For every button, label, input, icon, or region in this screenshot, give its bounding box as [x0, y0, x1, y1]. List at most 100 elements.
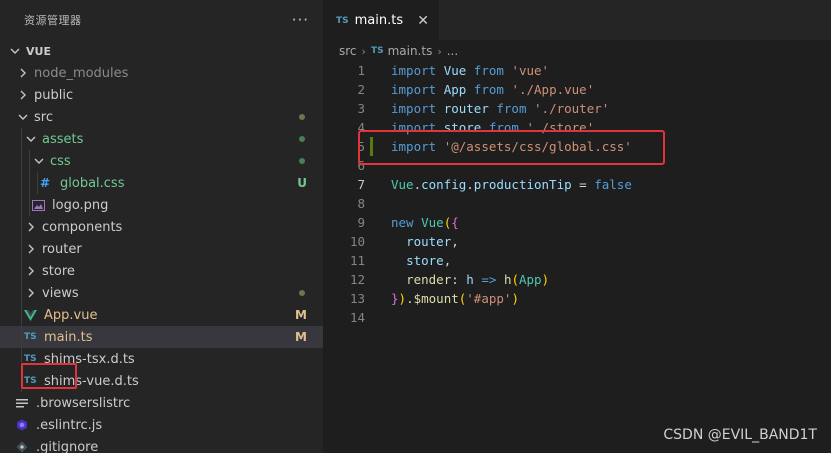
code-line[interactable]: 14: [323, 308, 831, 327]
code-text: render: h => h(App): [391, 272, 549, 287]
file-logo-png[interactable]: logo.png: [0, 194, 323, 216]
code-text: import Vue from 'vue': [391, 63, 549, 78]
tree-item-label: .gitignore: [36, 439, 99, 453]
dot-icon: [299, 158, 305, 164]
breadcrumb-symbols[interactable]: ...: [447, 44, 458, 58]
file-eslintrc-js[interactable]: .eslintrc.js: [0, 414, 323, 436]
code-token: from: [496, 101, 527, 116]
watermark: CSDN @EVIL_BAND1T: [663, 427, 817, 443]
dot-icon: [299, 136, 305, 142]
code-token: import: [391, 63, 437, 78]
file-shims-tsx-d-ts[interactable]: TS shims-tsx.d.ts: [0, 348, 323, 370]
indent-guide: [37, 172, 38, 194]
file-global-css[interactable]: # global.css U: [0, 172, 323, 194]
code-line[interactable]: 12 render: h => h(App): [323, 270, 831, 289]
code-line[interactable]: 1 import Vue from 'vue': [323, 61, 831, 80]
file-main-ts[interactable]: TS main.ts M: [0, 326, 323, 348]
tree-item-label: App.vue: [44, 307, 98, 323]
git-status-badge: M: [295, 308, 307, 322]
code-line[interactable]: 3 import router from './router': [323, 99, 831, 118]
code-token: from: [488, 120, 519, 135]
code-token: (: [511, 272, 519, 287]
folder-components[interactable]: components: [0, 216, 323, 238]
code-token: Vue: [391, 177, 414, 192]
chevron-down-icon: [16, 110, 30, 124]
git-status-badge: M: [295, 330, 307, 344]
indent-guide: [21, 348, 22, 370]
breadcrumb-folder[interactable]: src: [339, 44, 357, 58]
code-line[interactable]: 10 router,: [323, 232, 831, 251]
folder-src[interactable]: src: [0, 106, 323, 128]
tree-item-label: store: [42, 263, 75, 279]
code-token: App: [443, 82, 467, 97]
tab-bar: TS main.ts ✕: [323, 0, 831, 40]
typescript-file-icon: TS: [24, 376, 37, 386]
project-folder-vue[interactable]: VUE: [0, 40, 323, 62]
code-token: import: [391, 101, 437, 116]
code-token: .: [466, 177, 474, 192]
code-token: false: [594, 177, 632, 192]
code-token: from: [473, 82, 504, 97]
folder-router[interactable]: router: [0, 238, 323, 260]
folder-node-modules[interactable]: node_modules: [0, 62, 323, 84]
line-number: 13: [349, 291, 365, 306]
line-number: 4: [357, 120, 365, 135]
code-line[interactable]: 11 store,: [323, 251, 831, 270]
code-view[interactable]: 1 import Vue from 'vue' 2 import App from '…: [323, 61, 831, 327]
code-line[interactable]: 2 import App from './App.vue': [323, 80, 831, 99]
tree-item-label: logo.png: [52, 197, 109, 213]
breadcrumb-file[interactable]: main.ts: [388, 44, 433, 58]
tab-main-ts[interactable]: TS main.ts ✕: [323, 0, 439, 40]
indent-guide: [21, 128, 22, 150]
code-line[interactable]: 5 import '@/assets/css/global.css': [323, 137, 831, 156]
indent-guide: [21, 326, 22, 348]
code-token: 'vue': [511, 63, 550, 78]
tree-item-label: components: [42, 219, 123, 235]
code-line[interactable]: 8: [323, 194, 831, 213]
modified-dot: [299, 150, 305, 172]
css-file-icon: #: [40, 176, 51, 190]
code-line[interactable]: 9 new Vue({: [323, 213, 831, 232]
editor-area: TS main.ts ✕ src › TS main.ts › ... 1 imp…: [323, 0, 831, 453]
file-app-vue[interactable]: App.vue M: [0, 304, 323, 326]
folder-store[interactable]: store: [0, 260, 323, 282]
chevron-right-icon: [24, 264, 38, 278]
chevron-right-icon: [24, 286, 38, 300]
indent-guide: [21, 282, 22, 304]
folder-public[interactable]: public: [0, 84, 323, 106]
more-actions-icon[interactable]: ···: [292, 11, 309, 29]
file-gitignore[interactable]: .gitignore: [0, 436, 323, 453]
indent-guide: [21, 260, 22, 282]
code-token: Vue: [443, 63, 467, 78]
code-token: import: [391, 139, 437, 154]
folder-assets[interactable]: assets: [0, 128, 323, 150]
tree-item-label: .browserslistrc: [36, 395, 131, 411]
code-token: '@/assets/css/global.css': [443, 139, 632, 154]
close-icon[interactable]: ✕: [417, 13, 429, 29]
tree-item-label: shims-vue.d.ts: [44, 373, 139, 389]
chevron-down-icon: [8, 44, 22, 58]
line-number: 2: [357, 82, 365, 97]
typescript-icon: TS: [370, 46, 384, 56]
file-browserslistrc[interactable]: .browserslistrc: [0, 392, 323, 414]
line-number: 5: [357, 139, 365, 154]
chevron-right-icon: ›: [361, 44, 366, 58]
eslint-file-icon: [16, 419, 32, 431]
tree-item-label: assets: [42, 131, 84, 147]
code-line[interactable]: 6: [323, 156, 831, 175]
chevron-right-icon: [16, 88, 30, 102]
line-number: 12: [349, 272, 365, 287]
folder-views[interactable]: views: [0, 282, 323, 304]
folder-css[interactable]: css: [0, 150, 323, 172]
code-line[interactable]: 13}).$mount('#app'): [323, 289, 831, 308]
project-name: VUE: [26, 44, 51, 58]
code-token: './App.vue': [511, 82, 595, 97]
line-number: 8: [357, 196, 365, 211]
code-line[interactable]: 7 Vue.config.productionTip = false: [323, 175, 831, 194]
code-token: import: [391, 82, 437, 97]
file-shims-vue-d-ts[interactable]: TS shims-vue.d.ts: [0, 370, 323, 392]
code-line[interactable]: 4 import store from './store': [323, 118, 831, 137]
